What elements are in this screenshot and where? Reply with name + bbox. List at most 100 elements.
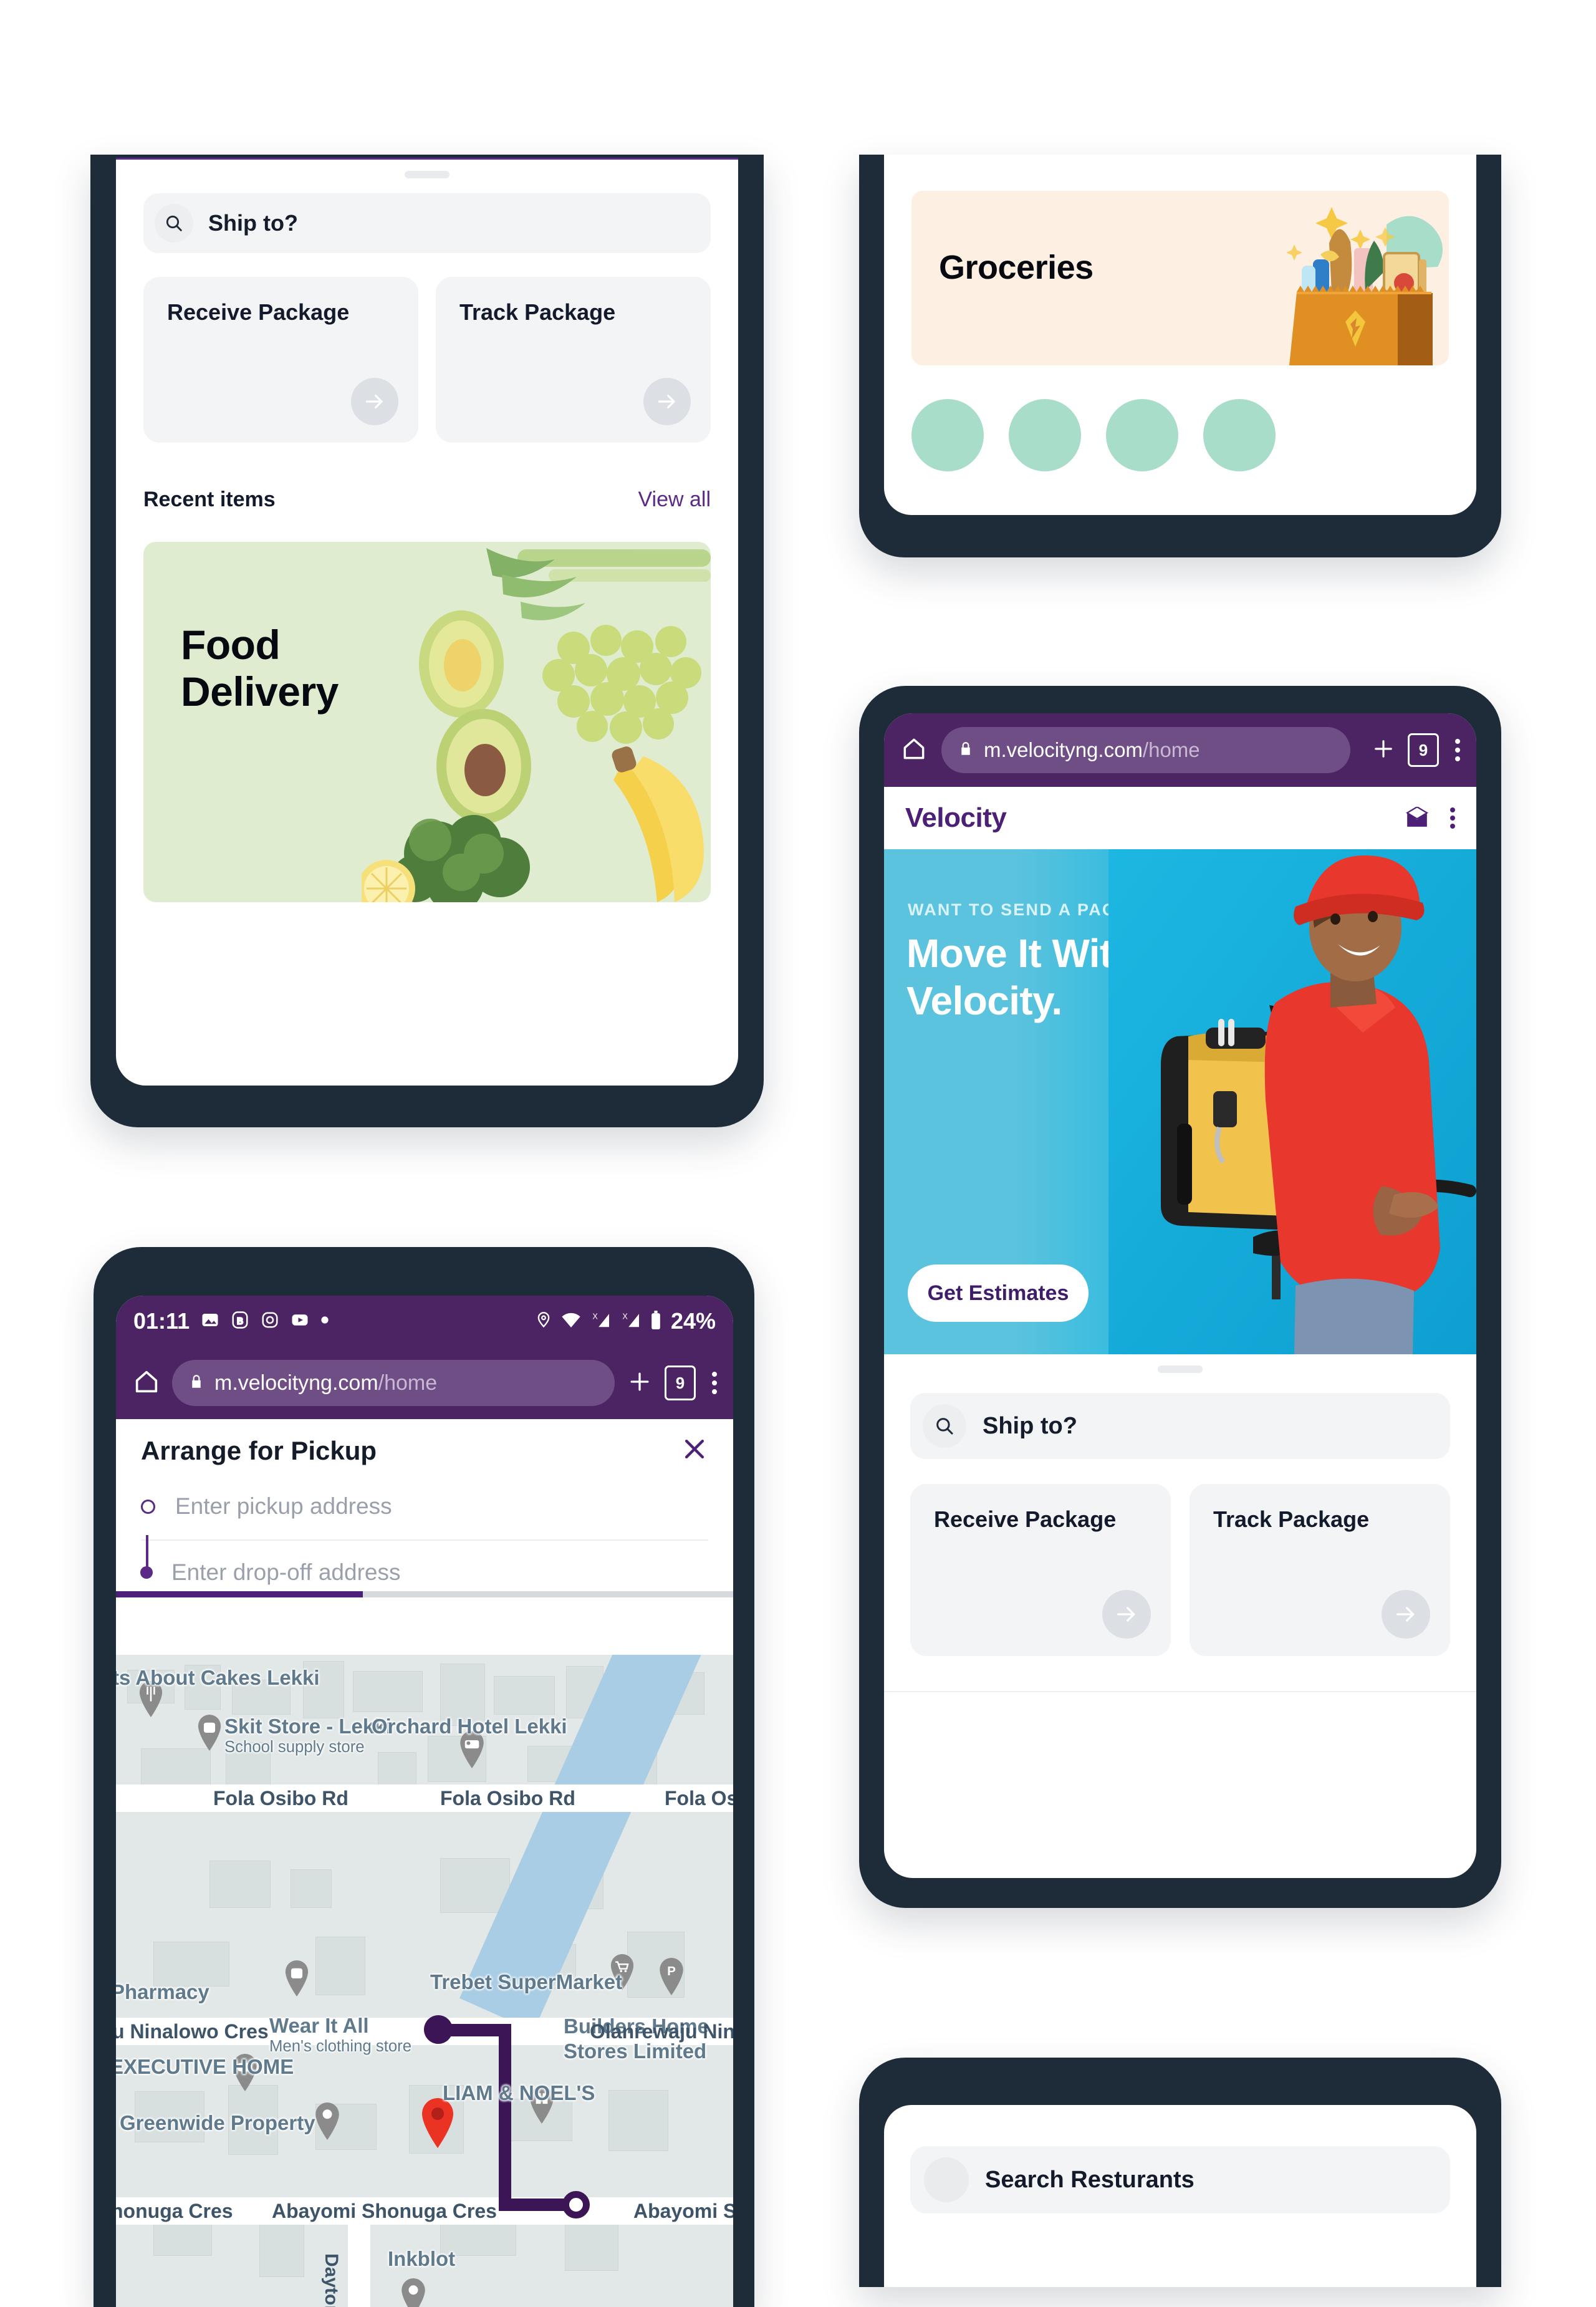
search-restaurants-field[interactable]: Search Resturants xyxy=(910,2146,1450,2213)
produce-illustration xyxy=(362,548,711,902)
hero-banner[interactable]: WANT TO SEND A PACKAGE? Move It With Vel… xyxy=(884,849,1476,1354)
map-road-label: Abayomi Sh xyxy=(633,2200,733,2222)
arrow-right-icon[interactable] xyxy=(351,378,398,425)
url-path: /home xyxy=(1142,738,1200,761)
store-pin-icon[interactable] xyxy=(196,1715,223,1751)
inkblot-pin-icon[interactable] xyxy=(399,2278,428,2307)
plus-icon[interactable] xyxy=(1370,736,1396,765)
get-estimates-label: Get Estimates xyxy=(927,1281,1069,1305)
receive-package-card[interactable]: Receive Package xyxy=(143,277,418,443)
tab-count-value: 9 xyxy=(675,1373,685,1392)
map-place-label: Orchard Hotel Lekki xyxy=(372,1715,567,1738)
address-bar[interactable]: m.velocityng.com/home xyxy=(172,1360,615,1406)
map-place-category: Men's clothing store xyxy=(269,2038,412,2055)
category-circle[interactable] xyxy=(1203,399,1276,471)
svg-text:P: P xyxy=(667,1964,676,1978)
plus-icon[interactable] xyxy=(626,1368,653,1399)
food-delivery-promo-card[interactable]: Food Delivery xyxy=(143,542,711,902)
track-package-label: Track Package xyxy=(459,299,616,325)
map-road-label: Fola Osibo Rd xyxy=(213,1787,349,1809)
view-all-link[interactable]: View all xyxy=(638,488,711,512)
kebab-menu-icon[interactable] xyxy=(712,1372,717,1394)
search-icon xyxy=(923,1404,966,1448)
parking-pin-icon[interactable]: P xyxy=(657,1958,686,1995)
ship-to-search-field[interactable]: Ship to? xyxy=(143,193,711,253)
map-road-label: Fola Osi xyxy=(665,1787,733,1809)
svg-text:X: X xyxy=(622,1312,628,1321)
url-host: m.velocityng.com xyxy=(984,738,1143,761)
route-origin-node xyxy=(424,2015,453,2044)
receive-package-label: Receive Package xyxy=(167,299,350,325)
address-bar-text: m.velocityng.com/home xyxy=(984,738,1200,762)
browser-toolbar: m.velocityng.com/home 9 xyxy=(884,713,1476,787)
track-package-label: Track Package xyxy=(1213,1506,1370,1532)
arrow-right-icon[interactable] xyxy=(1382,1590,1430,1639)
url-host: m.velocityng.com xyxy=(214,1370,378,1395)
phone-screen-pickup-map: 01:11 B X X 24% m.velocityng.com/home 9 … xyxy=(116,1296,733,2307)
category-circle[interactable] xyxy=(911,399,984,471)
groceries-title: Groceries xyxy=(939,249,1094,286)
pickup-map[interactable]: P ts About Cakes Lekki Skit Store - Lekk… xyxy=(116,1655,733,2307)
get-estimates-button[interactable]: Get Estimates xyxy=(908,1264,1089,1322)
mail-icon[interactable] xyxy=(1405,806,1429,830)
address-bar[interactable]: m.velocityng.com/home xyxy=(941,727,1350,773)
pickup-address-field[interactable]: Enter pickup address xyxy=(141,1493,708,1520)
map-road-label: Abayomi Shonuga Cres xyxy=(272,2200,497,2222)
arrow-right-icon[interactable] xyxy=(643,378,691,425)
dropoff-address-field[interactable]: Enter drop-off address xyxy=(140,1559,708,1586)
tab-count-button[interactable]: 9 xyxy=(665,1365,696,1400)
food-delivery-line2: Delivery xyxy=(181,668,339,715)
search-icon xyxy=(155,204,193,243)
phone-mockup-groceries: Groceries xyxy=(859,155,1501,557)
courier-photo xyxy=(1108,849,1476,1354)
battery-percent: 24% xyxy=(670,1308,716,1334)
hero-title-line1: Move It With xyxy=(906,931,1137,976)
home-icon[interactable] xyxy=(132,1367,161,1399)
status-time: 01:11 xyxy=(133,1308,190,1334)
clothing-store-pin-icon[interactable] xyxy=(283,1960,310,1996)
gallery-icon xyxy=(201,1311,219,1332)
map-road-label: Olanrewaju Ninal xyxy=(590,2020,733,2043)
road-fola-osibo xyxy=(116,1784,733,1812)
track-package-card[interactable]: Track Package xyxy=(436,277,711,443)
phone-mockup-velocity-home: m.velocityng.com/home 9 Velocity WANT TO… xyxy=(859,686,1501,1908)
destination-marker-icon[interactable] xyxy=(419,2097,456,2149)
phone-screen-groceries: Groceries xyxy=(884,155,1476,515)
grocery-bag-illustration xyxy=(1286,207,1443,365)
route-destination-node xyxy=(562,2191,590,2218)
place-pin-icon[interactable] xyxy=(313,2102,342,2140)
track-package-card[interactable]: Track Package xyxy=(1190,1484,1450,1656)
category-circle[interactable] xyxy=(1009,399,1081,471)
groceries-promo-card[interactable]: Groceries xyxy=(911,191,1449,365)
scroll-progress-fill xyxy=(116,1591,363,1597)
phone-mockup-restaurants: Search Resturants xyxy=(859,2058,1501,2287)
map-place-category: School supply store xyxy=(224,1738,365,1756)
category-circle[interactable] xyxy=(1106,399,1178,471)
velocity-logo[interactable]: Velocity xyxy=(905,802,1007,834)
close-icon[interactable] xyxy=(681,1435,708,1466)
arrow-right-icon[interactable] xyxy=(1102,1590,1151,1639)
map-road-label: honuga Cres xyxy=(116,2200,233,2222)
address-divider xyxy=(141,1539,708,1541)
arrange-for-pickup-sheet: Arrange for Pickup Enter pickup address … xyxy=(116,1419,733,1591)
phone-mockup-pickup-map: 01:11 B X X 24% m.velocityng.com/home 9 … xyxy=(94,1247,754,2307)
category-circles-row xyxy=(911,399,1449,474)
ship-to-search-field[interactable]: Ship to? xyxy=(910,1393,1450,1459)
map-place-name: Wear It All xyxy=(269,2014,369,2037)
kebab-menu-icon[interactable] xyxy=(1455,739,1460,761)
receive-package-card[interactable]: Receive Package xyxy=(910,1484,1171,1656)
lock-icon xyxy=(188,1374,204,1393)
sheet-header: Arrange for Pickup xyxy=(141,1435,708,1466)
hero-title: Move It With Velocity. xyxy=(906,930,1137,1024)
tab-count-value: 9 xyxy=(1418,740,1428,759)
map-road-label: Dayton xyxy=(321,2253,342,2307)
map-place-label: Inkblot xyxy=(388,2247,456,2270)
kebab-menu-icon[interactable] xyxy=(1450,807,1455,829)
map-place-label: Skit Store - Lekki School supply store xyxy=(224,1715,392,1756)
sheet-divider xyxy=(884,1691,1476,1692)
map-place-label: ts About Cakes Lekki xyxy=(116,1666,320,1689)
scroll-progress-bar xyxy=(116,1591,733,1597)
search-restaurants-placeholder: Search Resturants xyxy=(985,2166,1195,2193)
tab-count-button[interactable]: 9 xyxy=(1408,733,1439,767)
home-icon[interactable] xyxy=(900,735,928,766)
